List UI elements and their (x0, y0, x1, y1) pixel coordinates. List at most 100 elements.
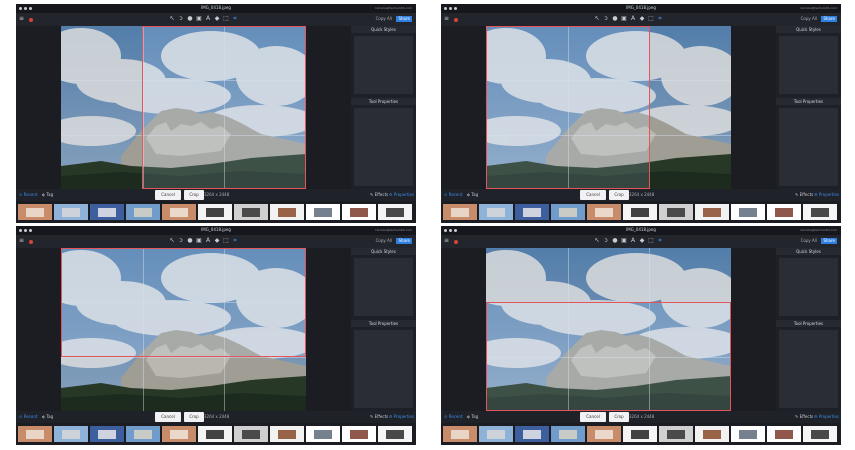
image-canvas[interactable] (486, 26, 731, 189)
tag-button[interactable]: ⬖ Tag (467, 414, 478, 420)
thumb-mountain-3[interactable] (126, 204, 160, 220)
thumb-bw-people[interactable] (623, 204, 657, 220)
properties-button[interactable]: ⚙ Properties (389, 192, 414, 198)
thumb-slide[interactable] (731, 204, 765, 220)
cancel-button[interactable]: Cancel (580, 412, 606, 422)
thumb-bw-portrait[interactable] (659, 426, 693, 442)
record-icon[interactable] (29, 240, 33, 244)
text-tool-icon[interactable]: A (205, 238, 211, 244)
thumb-sign[interactable] (270, 204, 304, 220)
arrow-tool-icon[interactable]: ↖ (594, 238, 600, 244)
record-icon[interactable] (454, 240, 458, 244)
stamp-tool-icon[interactable]: ▣ (196, 238, 202, 244)
thumb-person-2[interactable] (587, 204, 621, 220)
thumb-person[interactable] (443, 204, 477, 220)
callout-tool-icon[interactable]: ● (612, 16, 618, 22)
thumb-slide[interactable] (306, 426, 340, 442)
effects-button[interactable]: ✎ Effects (795, 414, 813, 420)
text-tool-icon[interactable]: A (630, 238, 636, 244)
crop-selection-box[interactable] (486, 26, 651, 189)
thumb-mountain-3[interactable] (126, 426, 160, 442)
cancel-button[interactable]: Cancel (155, 412, 181, 422)
thumb-slide-2[interactable] (767, 426, 801, 442)
magnify-tool-icon[interactable]: ↄ (603, 16, 609, 22)
crop-selection-box[interactable] (61, 248, 306, 358)
thumb-slide[interactable] (306, 204, 340, 220)
thumb-mountain-1[interactable] (54, 426, 88, 442)
recent-button[interactable]: ⊙ Recent (444, 414, 462, 420)
text-tool-icon[interactable]: A (205, 16, 211, 22)
thumb-mountain-2[interactable] (90, 204, 124, 220)
image-canvas[interactable] (61, 26, 306, 189)
text-tool-icon[interactable]: A (630, 16, 636, 22)
hamburger-icon[interactable]: ≡ (19, 15, 24, 22)
account-email[interactable]: r.brooks@techsmith.com (800, 6, 837, 10)
callout-tool-icon[interactable]: ● (187, 16, 193, 22)
tag-button[interactable]: ⬖ Tag (467, 192, 478, 198)
image-canvas[interactable] (61, 248, 306, 411)
effects-button[interactable]: ✎ Effects (370, 414, 388, 420)
share-button[interactable]: Share (821, 16, 837, 22)
stamp-tool-icon[interactable]: ▣ (621, 238, 627, 244)
select-tool-icon[interactable]: ⬚ (223, 238, 229, 244)
stamp-tool-icon[interactable]: ▣ (621, 16, 627, 22)
magnify-tool-icon[interactable]: ↄ (603, 238, 609, 244)
magnify-tool-icon[interactable]: ↄ (178, 238, 184, 244)
thumb-mountain-1[interactable] (479, 426, 513, 442)
thumb-bw-portrait[interactable] (234, 204, 268, 220)
arrow-tool-icon[interactable]: ↖ (594, 16, 600, 22)
hamburger-icon[interactable]: ≡ (444, 15, 449, 22)
cancel-button[interactable]: Cancel (580, 190, 606, 200)
recent-button[interactable]: ⊙ Recent (19, 414, 37, 420)
tag-button[interactable]: ⬖ Tag (42, 414, 53, 420)
thumb-mountain-3[interactable] (551, 426, 585, 442)
properties-button[interactable]: ⚙ Properties (814, 192, 839, 198)
callout-tool-icon[interactable]: ● (187, 238, 193, 244)
cancel-button[interactable]: Cancel (155, 190, 181, 200)
thumb-bw-people[interactable] (198, 426, 232, 442)
crop-tool-icon[interactable]: ⌗ (657, 16, 663, 22)
copy-all-button[interactable]: Copy All (376, 16, 392, 22)
thumb-slide[interactable] (731, 426, 765, 442)
copy-all-button[interactable]: Copy All (801, 16, 817, 22)
share-button[interactable]: Share (821, 238, 837, 244)
thumb-slide-2[interactable] (342, 426, 376, 442)
properties-button[interactable]: ⚙ Properties (389, 414, 414, 420)
copy-all-button[interactable]: Copy All (801, 238, 817, 244)
thumb-bw-people[interactable] (198, 204, 232, 220)
hamburger-icon[interactable]: ≡ (444, 237, 449, 244)
arrow-tool-icon[interactable]: ↖ (169, 16, 175, 22)
thumb-person-2[interactable] (587, 426, 621, 442)
crop-button[interactable]: Crop (184, 190, 204, 200)
fill-tool-icon[interactable]: ◆ (639, 16, 645, 22)
thumb-person[interactable] (18, 204, 52, 220)
thumb-sign-2[interactable] (378, 426, 412, 442)
magnify-tool-icon[interactable]: ↄ (178, 16, 184, 22)
thumb-bw-portrait[interactable] (234, 426, 268, 442)
thumb-person-2[interactable] (162, 204, 196, 220)
share-button[interactable]: Share (396, 16, 412, 22)
thumb-slide-2[interactable] (767, 204, 801, 220)
crop-tool-icon[interactable]: ⌗ (232, 238, 238, 244)
share-button[interactable]: Share (396, 238, 412, 244)
thumb-person[interactable] (18, 426, 52, 442)
thumb-sign[interactable] (695, 426, 729, 442)
properties-button[interactable]: ⚙ Properties (814, 414, 839, 420)
effects-button[interactable]: ✎ Effects (795, 192, 813, 198)
select-tool-icon[interactable]: ⬚ (648, 16, 654, 22)
thumb-mountain-2[interactable] (515, 426, 549, 442)
select-tool-icon[interactable]: ⬚ (648, 238, 654, 244)
thumb-mountain-1[interactable] (479, 204, 513, 220)
image-canvas[interactable] (486, 248, 731, 411)
fill-tool-icon[interactable]: ◆ (214, 16, 220, 22)
fill-tool-icon[interactable]: ◆ (214, 238, 220, 244)
select-tool-icon[interactable]: ⬚ (223, 16, 229, 22)
recent-button[interactable]: ⊙ Recent (444, 192, 462, 198)
account-email[interactable]: r.brooks@techsmith.com (375, 6, 412, 10)
thumb-sign[interactable] (695, 204, 729, 220)
thumb-slide-2[interactable] (342, 204, 376, 220)
copy-all-button[interactable]: Copy All (376, 238, 392, 244)
arrow-tool-icon[interactable]: ↖ (169, 238, 175, 244)
thumb-sign-2[interactable] (803, 204, 837, 220)
thumb-mountain-3[interactable] (551, 204, 585, 220)
